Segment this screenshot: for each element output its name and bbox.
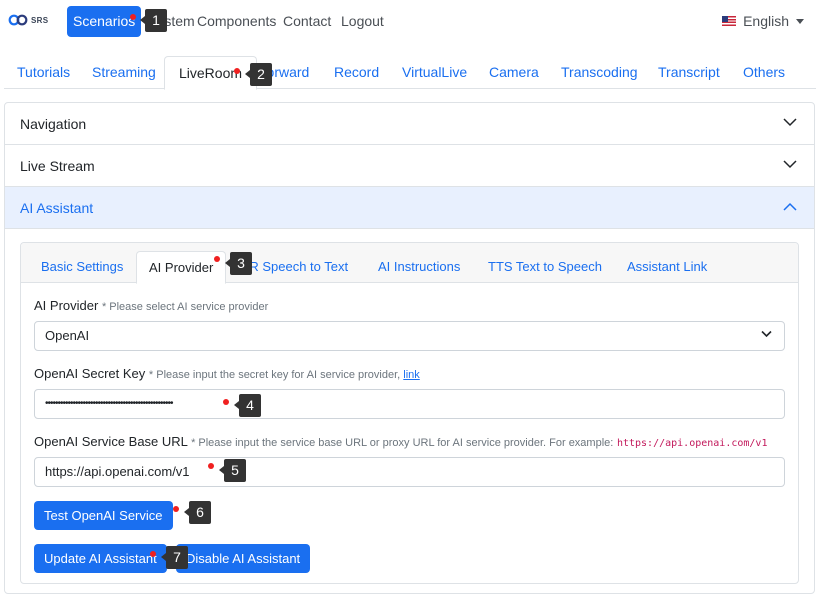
secret-key-value: ••••••••••••••••••••••••••••••••••••••••…: [45, 398, 174, 409]
secret-key-label: OpenAI Secret Key * Please input the sec…: [34, 366, 420, 381]
srs-logo-icon: [8, 14, 28, 26]
chevron-up-icon: [783, 202, 797, 211]
marker-badge-7: 7: [161, 546, 188, 569]
marker-dot: [223, 399, 229, 405]
tab-transcoding[interactable]: Transcoding: [561, 56, 638, 89]
tab-others[interactable]: Others: [743, 56, 785, 89]
tab-virtuallive[interactable]: VirtualLive: [402, 56, 467, 89]
base-url-example: https://api.openai.com/v1: [616, 438, 768, 449]
us-flag-icon: [722, 16, 737, 26]
test-openai-service-button[interactable]: Test OpenAI Service: [34, 501, 173, 530]
marker-badge-1: 1: [140, 9, 167, 32]
provider-hint: * Please select AI service provider: [101, 301, 269, 313]
brand-text: SRS: [31, 15, 49, 25]
base-url-value: https://api.openai.com/v1: [45, 464, 190, 479]
tab-ai-provider[interactable]: AI Provider: [136, 251, 227, 284]
secret-key-hint-text: * Please input the secret key for AI ser…: [148, 369, 401, 381]
marker-dot: [234, 68, 240, 74]
card-tabs: Basic Settings AI Provider ASR Speech to…: [21, 243, 798, 284]
provider-label-text: AI Provider: [34, 298, 99, 313]
chevron-down-icon: [783, 160, 797, 169]
language-label: English: [743, 13, 789, 29]
accordion-live-stream[interactable]: Live Stream: [5, 145, 814, 187]
secret-key-input[interactable]: ••••••••••••••••••••••••••••••••••••••••…: [34, 389, 785, 419]
marker-badge-4: 4: [234, 394, 261, 417]
marker-dot: [130, 14, 136, 20]
settings-accordion: Navigation Live Stream AI Assistant Basi…: [4, 102, 815, 594]
provider-select-value: OpenAI: [45, 328, 90, 343]
top-navbar: SRS Scenarios System Components Contact …: [0, 0, 820, 44]
accordion-title: AI Assistant: [20, 200, 94, 216]
marker-badge-3: 3: [225, 252, 252, 275]
nav-link-components[interactable]: Components: [197, 13, 276, 29]
chevron-down-icon: [761, 330, 772, 338]
provider-label: AI Provider * Please select AI service p…: [34, 298, 268, 313]
base-url-label-text: OpenAI Service Base URL: [34, 434, 188, 449]
accordion-navigation[interactable]: Navigation: [5, 103, 814, 145]
update-ai-assistant-button[interactable]: Update AI Assistant: [34, 544, 167, 573]
nav-link-logout[interactable]: Logout: [341, 13, 384, 29]
tab-transcript[interactable]: Transcript: [658, 56, 720, 89]
tab-streaming[interactable]: Streaming: [92, 56, 156, 89]
main-tabs: Tutorials Streaming LiveRoom Forward Rec…: [4, 56, 816, 90]
base-url-input[interactable]: https://api.openai.com/v1: [34, 457, 785, 487]
disable-ai-assistant-button[interactable]: Disable AI Assistant: [176, 544, 311, 573]
marker-badge-2: 2: [245, 63, 272, 86]
nav-link-contact[interactable]: Contact: [283, 13, 331, 29]
accordion-title: Live Stream: [20, 158, 95, 174]
marker-dot: [173, 506, 179, 512]
tab-ai-instructions[interactable]: AI Instructions: [378, 251, 460, 283]
base-url-hint: * Please input the service base URL or p…: [191, 437, 614, 449]
secret-key-hint: * Please input the secret key for AI ser…: [149, 369, 420, 381]
tab-tutorials[interactable]: Tutorials: [17, 56, 70, 89]
chevron-down-icon: [783, 118, 797, 127]
accordion-ai-assistant[interactable]: AI Assistant: [5, 187, 814, 229]
marker-badge-6: 6: [184, 501, 211, 524]
caret-down-icon: [796, 18, 804, 24]
provider-select[interactable]: OpenAI: [34, 321, 785, 351]
tab-liveroom[interactable]: LiveRoom: [164, 56, 258, 90]
marker-dot: [214, 256, 220, 262]
language-selector[interactable]: English: [722, 13, 804, 29]
secret-key-label-text: OpenAI Secret Key: [34, 366, 146, 381]
tab-record[interactable]: Record: [334, 56, 379, 89]
ai-assistant-card: Basic Settings AI Provider ASR Speech to…: [20, 242, 799, 584]
tab-camera[interactable]: Camera: [489, 56, 539, 89]
tab-assistant-link[interactable]: Assistant Link: [627, 251, 707, 283]
tab-basic-settings[interactable]: Basic Settings: [41, 251, 123, 283]
marker-dot: [150, 551, 156, 557]
brand[interactable]: SRS: [8, 14, 48, 26]
marker-badge-5: 5: [219, 459, 246, 482]
tab-tts-text-to-speech[interactable]: TTS Text to Speech: [488, 251, 602, 283]
accordion-title: Navigation: [20, 116, 87, 132]
secret-key-help-link[interactable]: link: [403, 369, 420, 381]
nav-scenarios-button[interactable]: Scenarios: [67, 6, 142, 37]
marker-dot: [208, 463, 214, 469]
base-url-label: OpenAI Service Base URL * Please input t…: [34, 434, 767, 449]
